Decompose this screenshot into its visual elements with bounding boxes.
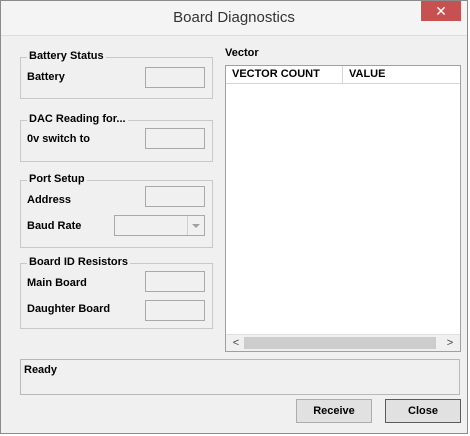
battery-label: Battery	[27, 71, 65, 83]
address-label: Address	[27, 194, 72, 206]
status-text: Ready	[24, 364, 58, 376]
daughter-board-label: Daughter Board	[27, 303, 111, 315]
dac-reading-legend: DAC Reading for...	[27, 113, 128, 125]
daughter-board-field[interactable]	[145, 300, 205, 321]
horizontal-scrollbar[interactable]: < >	[226, 334, 460, 351]
column-header-vector-count[interactable]: VECTOR COUNT	[226, 66, 342, 83]
chevron-down-icon[interactable]	[187, 216, 204, 235]
zero-volt-switch-label: 0v switch to	[27, 133, 90, 145]
main-board-label: Main Board	[27, 277, 87, 289]
receive-button[interactable]: Receive	[296, 399, 372, 423]
close-icon[interactable]: ✕	[421, 1, 461, 21]
main-board-field[interactable]	[145, 271, 205, 292]
scroll-left-icon[interactable]: <	[228, 335, 244, 351]
column-header-value[interactable]: VALUE	[343, 66, 460, 83]
scroll-right-icon[interactable]: >	[442, 335, 458, 351]
baud-rate-label: Baud Rate	[27, 220, 82, 232]
title-bar: Board Diagnostics ✕	[1, 1, 467, 36]
address-field[interactable]	[145, 186, 205, 207]
window-title: Board Diagnostics	[173, 9, 295, 26]
scrollbar-thumb[interactable]	[244, 337, 436, 349]
close-button[interactable]: Close	[385, 399, 461, 423]
baud-rate-select[interactable]	[114, 215, 205, 236]
battery-status-legend: Battery Status	[27, 50, 106, 62]
port-setup-legend: Port Setup	[27, 173, 87, 185]
vector-list[interactable]: VECTOR COUNT VALUE < >	[225, 65, 461, 352]
board-id-legend: Board ID Resistors	[27, 256, 131, 268]
status-bar: Ready	[20, 359, 460, 395]
battery-field[interactable]	[145, 67, 205, 88]
vector-label: Vector	[225, 47, 259, 59]
zero-volt-switch-field[interactable]	[145, 128, 205, 149]
list-header: VECTOR COUNT VALUE	[226, 66, 460, 84]
dialog-window: Board Diagnostics ✕ Battery Status Batte…	[0, 0, 468, 434]
